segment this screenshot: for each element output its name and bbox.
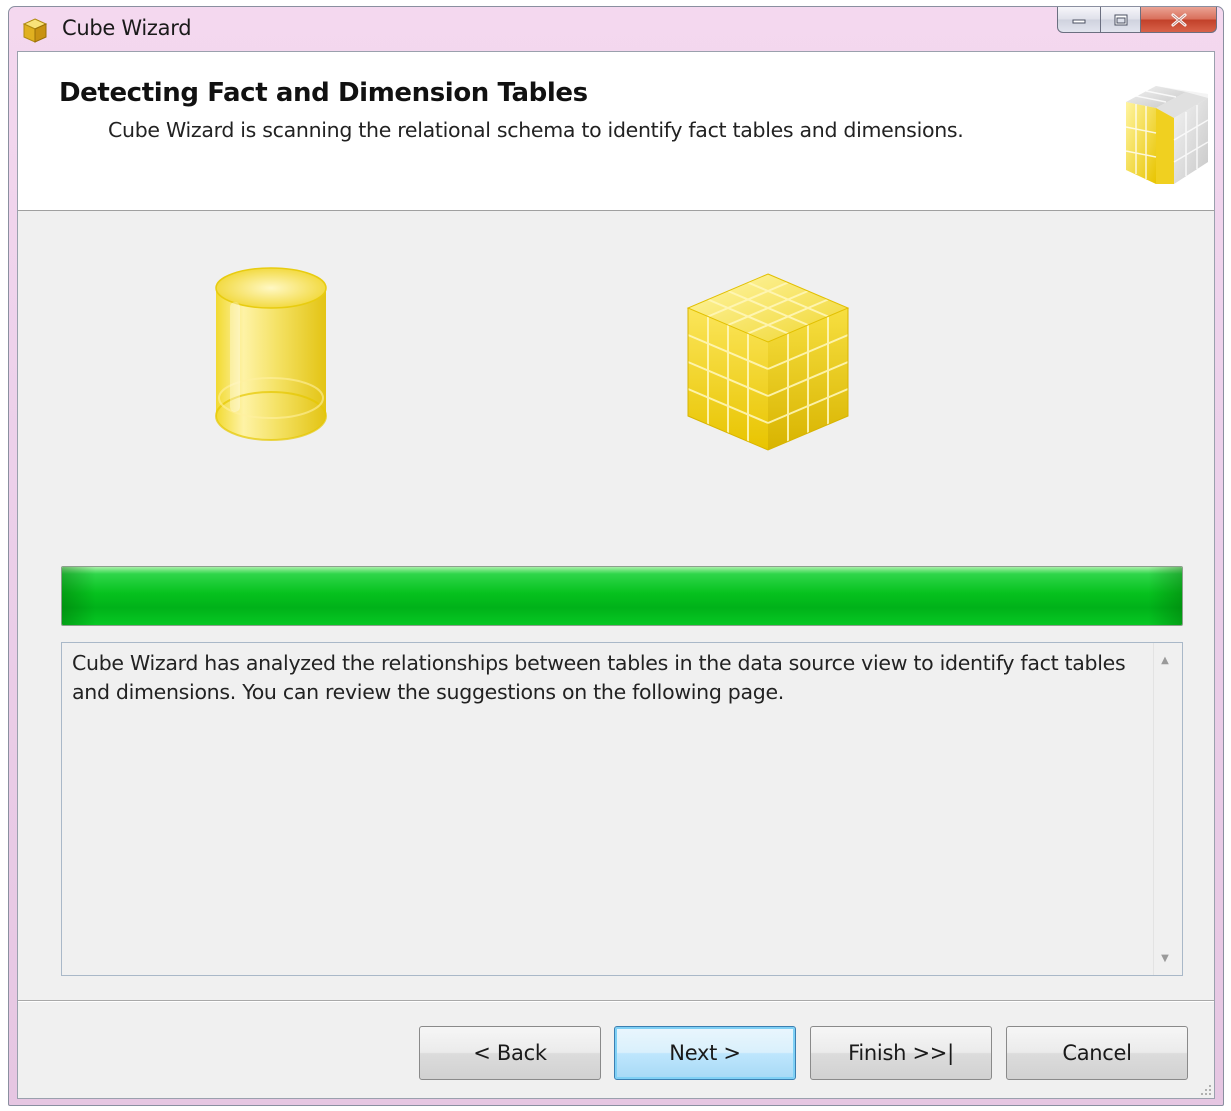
window-controls [1057,7,1217,33]
cancel-button[interactable]: Cancel [1006,1026,1188,1080]
footer-divider [18,1000,1214,1002]
close-icon [1171,13,1186,26]
minimize-icon [1072,19,1086,23]
title-bar[interactable]: Cube Wizard [9,7,1223,51]
vertical-scrollbar[interactable]: ▲ ▼ [1153,643,1182,975]
status-message-box[interactable]: Cube Wizard has analyzed the relationshi… [61,642,1183,976]
cube-app-icon [22,18,48,43]
resize-grip-icon[interactable] [1198,1082,1212,1096]
scroll-up-arrow-icon[interactable]: ▲ [1158,655,1172,667]
cube-wizard-window: Cube Wizard Detecting Fact and Dimension… [8,6,1224,1106]
maximize-button[interactable] [1101,7,1141,33]
next-button[interactable]: Next > [614,1026,796,1080]
minimize-button[interactable] [1057,7,1101,33]
progress-bar [61,566,1183,626]
database-cylinder-icon [215,267,327,441]
wizard-client-area: Detecting Fact and Dimension Tables Cube… [17,51,1215,1099]
finish-button[interactable]: Finish >>| [810,1026,992,1080]
status-message-text: Cube Wizard has analyzed the relationshi… [72,651,1126,704]
page-subtitle: Cube Wizard is scanning the relational s… [108,118,964,142]
window-title: Cube Wizard [62,16,192,40]
scroll-down-arrow-icon[interactable]: ▼ [1158,953,1172,965]
wizard-header: Detecting Fact and Dimension Tables Cube… [18,52,1214,211]
back-button[interactable]: < Back [419,1026,601,1080]
close-button[interactable] [1141,7,1217,33]
progress-fill [62,567,1182,625]
olap-cube-icon [686,273,850,451]
maximize-icon [1114,14,1127,25]
page-title: Detecting Fact and Dimension Tables [59,78,588,108]
cube-icon [1125,86,1209,184]
